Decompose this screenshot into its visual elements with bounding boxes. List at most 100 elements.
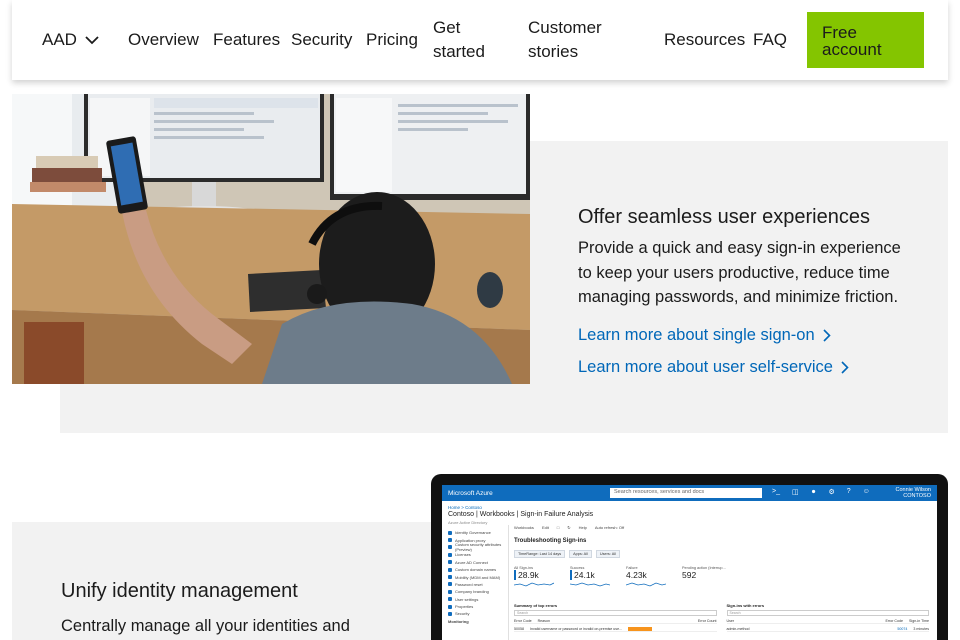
notifications-icon: ⚫ <box>810 489 817 496</box>
woman-with-phone-photo <box>12 94 530 384</box>
menu-item-icon <box>448 582 452 587</box>
error-count-bar <box>628 626 653 631</box>
menu-item-icon <box>448 560 452 565</box>
feature-description: Provide a quick and easy sign-in experie… <box>578 239 901 306</box>
save-icon: □ <box>556 525 560 530</box>
filter-pill: Apps: All <box>569 550 592 558</box>
menu-item-icon <box>448 611 452 616</box>
error-tables: Summary of top errors Search Error Code … <box>514 603 929 632</box>
toolbar-item: Edit <box>541 525 549 530</box>
troubleshooting-title: Troubleshooting Sign-ins <box>514 538 587 544</box>
single-sign-on-link[interactable]: Learn more about single sign-on <box>578 326 831 345</box>
feedback-icon: ☺ <box>862 488 870 495</box>
side-menu-item: Azure AD Connect <box>448 559 506 566</box>
filter-pills: TimeRange: Last 14 days Apps: All Users:… <box>514 550 929 558</box>
chevron-right-icon <box>841 361 849 374</box>
table-row: admin-method 50074 3 minutes <box>726 626 929 632</box>
feature-text-block: Offer seamless user experiences Provide … <box>578 204 918 310</box>
free-account-button[interactable]: Free account <box>807 12 924 68</box>
filter-pill: TimeRange: Last 14 days <box>514 550 566 558</box>
identity-heading: Unify identity management <box>61 580 298 602</box>
sign-ins-with-errors-table: Sign-ins with errors Search User Error C… <box>726 603 929 632</box>
side-menu-label: Custom domain names <box>455 567 497 573</box>
menu-item-icon <box>448 589 452 594</box>
top-navigation: AAD Overview Features Security Pricing G… <box>12 0 948 80</box>
table-cell: 50074 <box>897 626 908 631</box>
menu-item-icon <box>448 604 452 609</box>
side-menu-label: Identity Governance <box>455 530 491 536</box>
table-header-row: Error Code Reason Error Count <box>514 618 717 624</box>
nav-faq[interactable]: FAQ <box>753 28 787 52</box>
side-menu-label: Properties <box>455 604 474 610</box>
nav-get-started-line2: started <box>433 42 485 61</box>
workbook-toolbar: Workbooks Edit □ ↻ Help Auto refresh: Of… <box>514 525 929 530</box>
azure-side-menu: Identity Governance Application proxy Cu… <box>448 529 506 625</box>
table-header-row: User Error Code Sign-in Time <box>726 618 929 624</box>
chevron-right-icon <box>823 329 831 342</box>
column-header: Error Code <box>885 618 904 623</box>
nav-get-started-line1: Get <box>433 18 461 37</box>
table-row: 50058 Invalid username or password or in… <box>514 626 717 632</box>
nav-customer-line2: stories <box>528 42 579 61</box>
table-cell: 3 minutes <box>913 626 929 631</box>
table-title: Summary of top errors <box>514 603 558 608</box>
side-menu-group-label: Monitoring <box>448 618 469 624</box>
nav-resources[interactable]: Resources <box>664 28 745 52</box>
brand-menu[interactable]: AAD <box>42 28 99 52</box>
workbook-title: Contoso | Workbooks | Sign-in Failure An… <box>448 511 594 518</box>
toolbar-item: Workbooks <box>514 525 534 530</box>
table-cell: 50058 <box>514 626 524 631</box>
metric-all-sign-ins: All Sign-ins 28.9k <box>514 566 554 587</box>
sparkline <box>570 582 610 587</box>
menu-item-icon <box>448 575 452 580</box>
column-header: User <box>726 618 735 623</box>
nav-security[interactable]: Security <box>291 28 352 52</box>
side-menu-item: User settings <box>448 596 506 603</box>
nav-customer-stories[interactable]: Customer stories <box>528 16 602 64</box>
identity-description: Centrally manage all your identities and <box>61 617 350 635</box>
metric-pending-action: Pending action (Interrup... 592 <box>682 566 726 587</box>
user-self-service-link[interactable]: Learn more about user self-service <box>578 358 849 377</box>
table-cell: Invalid username or password or invalid … <box>530 626 623 631</box>
side-menu-item: Custom domain names <box>448 566 506 573</box>
table-search: Search <box>726 610 929 616</box>
side-menu-label: Security <box>455 611 470 617</box>
free-account-line1: Free <box>822 23 857 42</box>
user-self-service-link-label: Learn more about user self-service <box>578 358 833 376</box>
toolbar-item: Help <box>578 525 587 530</box>
toolbar-item: Auto refresh: Off <box>594 525 625 530</box>
top-errors-table: Summary of top errors Search Error Code … <box>514 603 717 632</box>
nav-overview[interactable]: Overview <box>128 28 199 52</box>
column-header: Reason <box>537 618 550 623</box>
nav-features[interactable]: Features <box>213 28 280 52</box>
nav-customer-line1: Customer <box>528 18 602 37</box>
side-menu-label: User settings <box>455 596 479 602</box>
chevron-down-icon <box>85 35 99 44</box>
metric-success: Success 24.1k <box>570 566 610 587</box>
azure-search-box: Search resources, services and docs <box>610 488 762 498</box>
sparkline <box>514 582 554 587</box>
side-menu-label: Mobility (MDM and MAM) <box>455 574 501 580</box>
side-menu-item: Mobility (MDM and MAM) <box>448 573 506 580</box>
side-menu-group: Monitoring <box>448 618 506 625</box>
table-cell: admin-method <box>726 626 750 631</box>
side-menu-label: Azure AD Connect <box>455 559 488 565</box>
nav-get-started[interactable]: Get started <box>433 16 485 64</box>
menu-item-icon <box>448 538 452 543</box>
sparkline <box>626 582 666 587</box>
menu-item-icon <box>448 530 452 535</box>
single-sign-on-link-label: Learn more about single sign-on <box>578 326 815 344</box>
side-menu-label: Company branding <box>455 589 489 595</box>
settings-icon: ⚙ <box>828 489 835 496</box>
azure-portal-screen: Microsoft Azure Search resources, servic… <box>442 485 937 640</box>
nav-pricing[interactable]: Pricing <box>366 28 418 52</box>
azure-brand: Microsoft Azure <box>448 489 493 497</box>
metric-value: 592 <box>682 570 697 580</box>
free-account-line2: account <box>822 40 882 59</box>
menu-item-icon <box>448 597 452 602</box>
identity-text-block: Unify identity management Centrally mana… <box>61 578 381 639</box>
help-icon: ? <box>846 488 851 495</box>
azure-toolbar-icons: >_ ◫ ⚫ ⚙ ? ☺ <box>772 488 870 496</box>
side-menu-item: Custom security attributes (Preview) <box>448 542 506 552</box>
laptop-screenshot: Microsoft Azure Search resources, servic… <box>431 474 948 640</box>
